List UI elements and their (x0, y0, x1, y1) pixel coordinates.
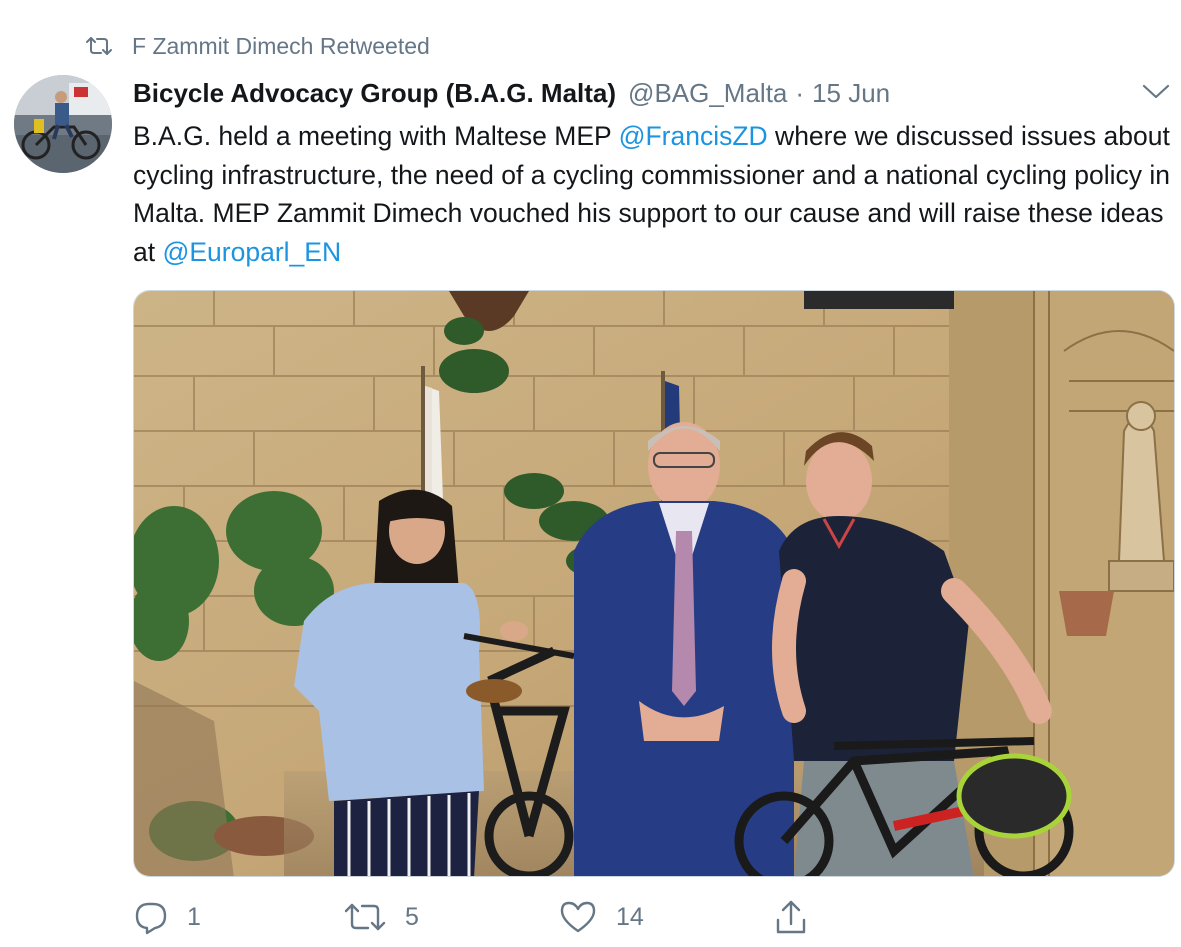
tweet-text-part-1: B.A.G. held a meeting with Maltese MEP (133, 121, 619, 151)
reply-button[interactable]: 1 (133, 895, 201, 939)
tweet-date[interactable]: 15 Jun (812, 78, 890, 109)
heart-icon (560, 901, 596, 933)
mention-link-europarl[interactable]: @Europarl_EN (162, 237, 341, 267)
mention-link-franciszd[interactable]: @FrancisZD (619, 121, 768, 151)
avatar[interactable] (14, 75, 112, 173)
header-separator: · (795, 77, 805, 108)
tweet-header: Bicycle Advocacy Group (B.A.G. Malta) @B… (133, 74, 890, 112)
retweet-context[interactable]: F Zammit Dimech Retweeted (86, 30, 430, 62)
retweet-context-label: F Zammit Dimech Retweeted (132, 32, 430, 59)
retweet-icon (344, 903, 386, 931)
chevron-down-icon[interactable] (1141, 80, 1171, 102)
retweet-icon (86, 35, 112, 57)
retweet-button[interactable]: 5 (343, 895, 419, 939)
reply-icon (135, 902, 167, 935)
like-button[interactable]: 14 (558, 895, 644, 939)
share-button[interactable] (773, 895, 827, 939)
tweet-text: B.A.G. held a meeting with Maltese MEP @… (133, 117, 1178, 271)
author-display-name[interactable]: Bicycle Advocacy Group (B.A.G. Malta) (133, 78, 616, 109)
share-icon (776, 900, 806, 934)
like-count: 14 (616, 902, 644, 931)
retweet-count: 5 (405, 902, 419, 931)
author-handle[interactable]: @BAG_Malta (628, 78, 787, 109)
reply-count: 1 (187, 902, 201, 931)
tweet-photo[interactable] (133, 290, 1175, 877)
tweet-actions: 1 5 14 (133, 895, 833, 939)
